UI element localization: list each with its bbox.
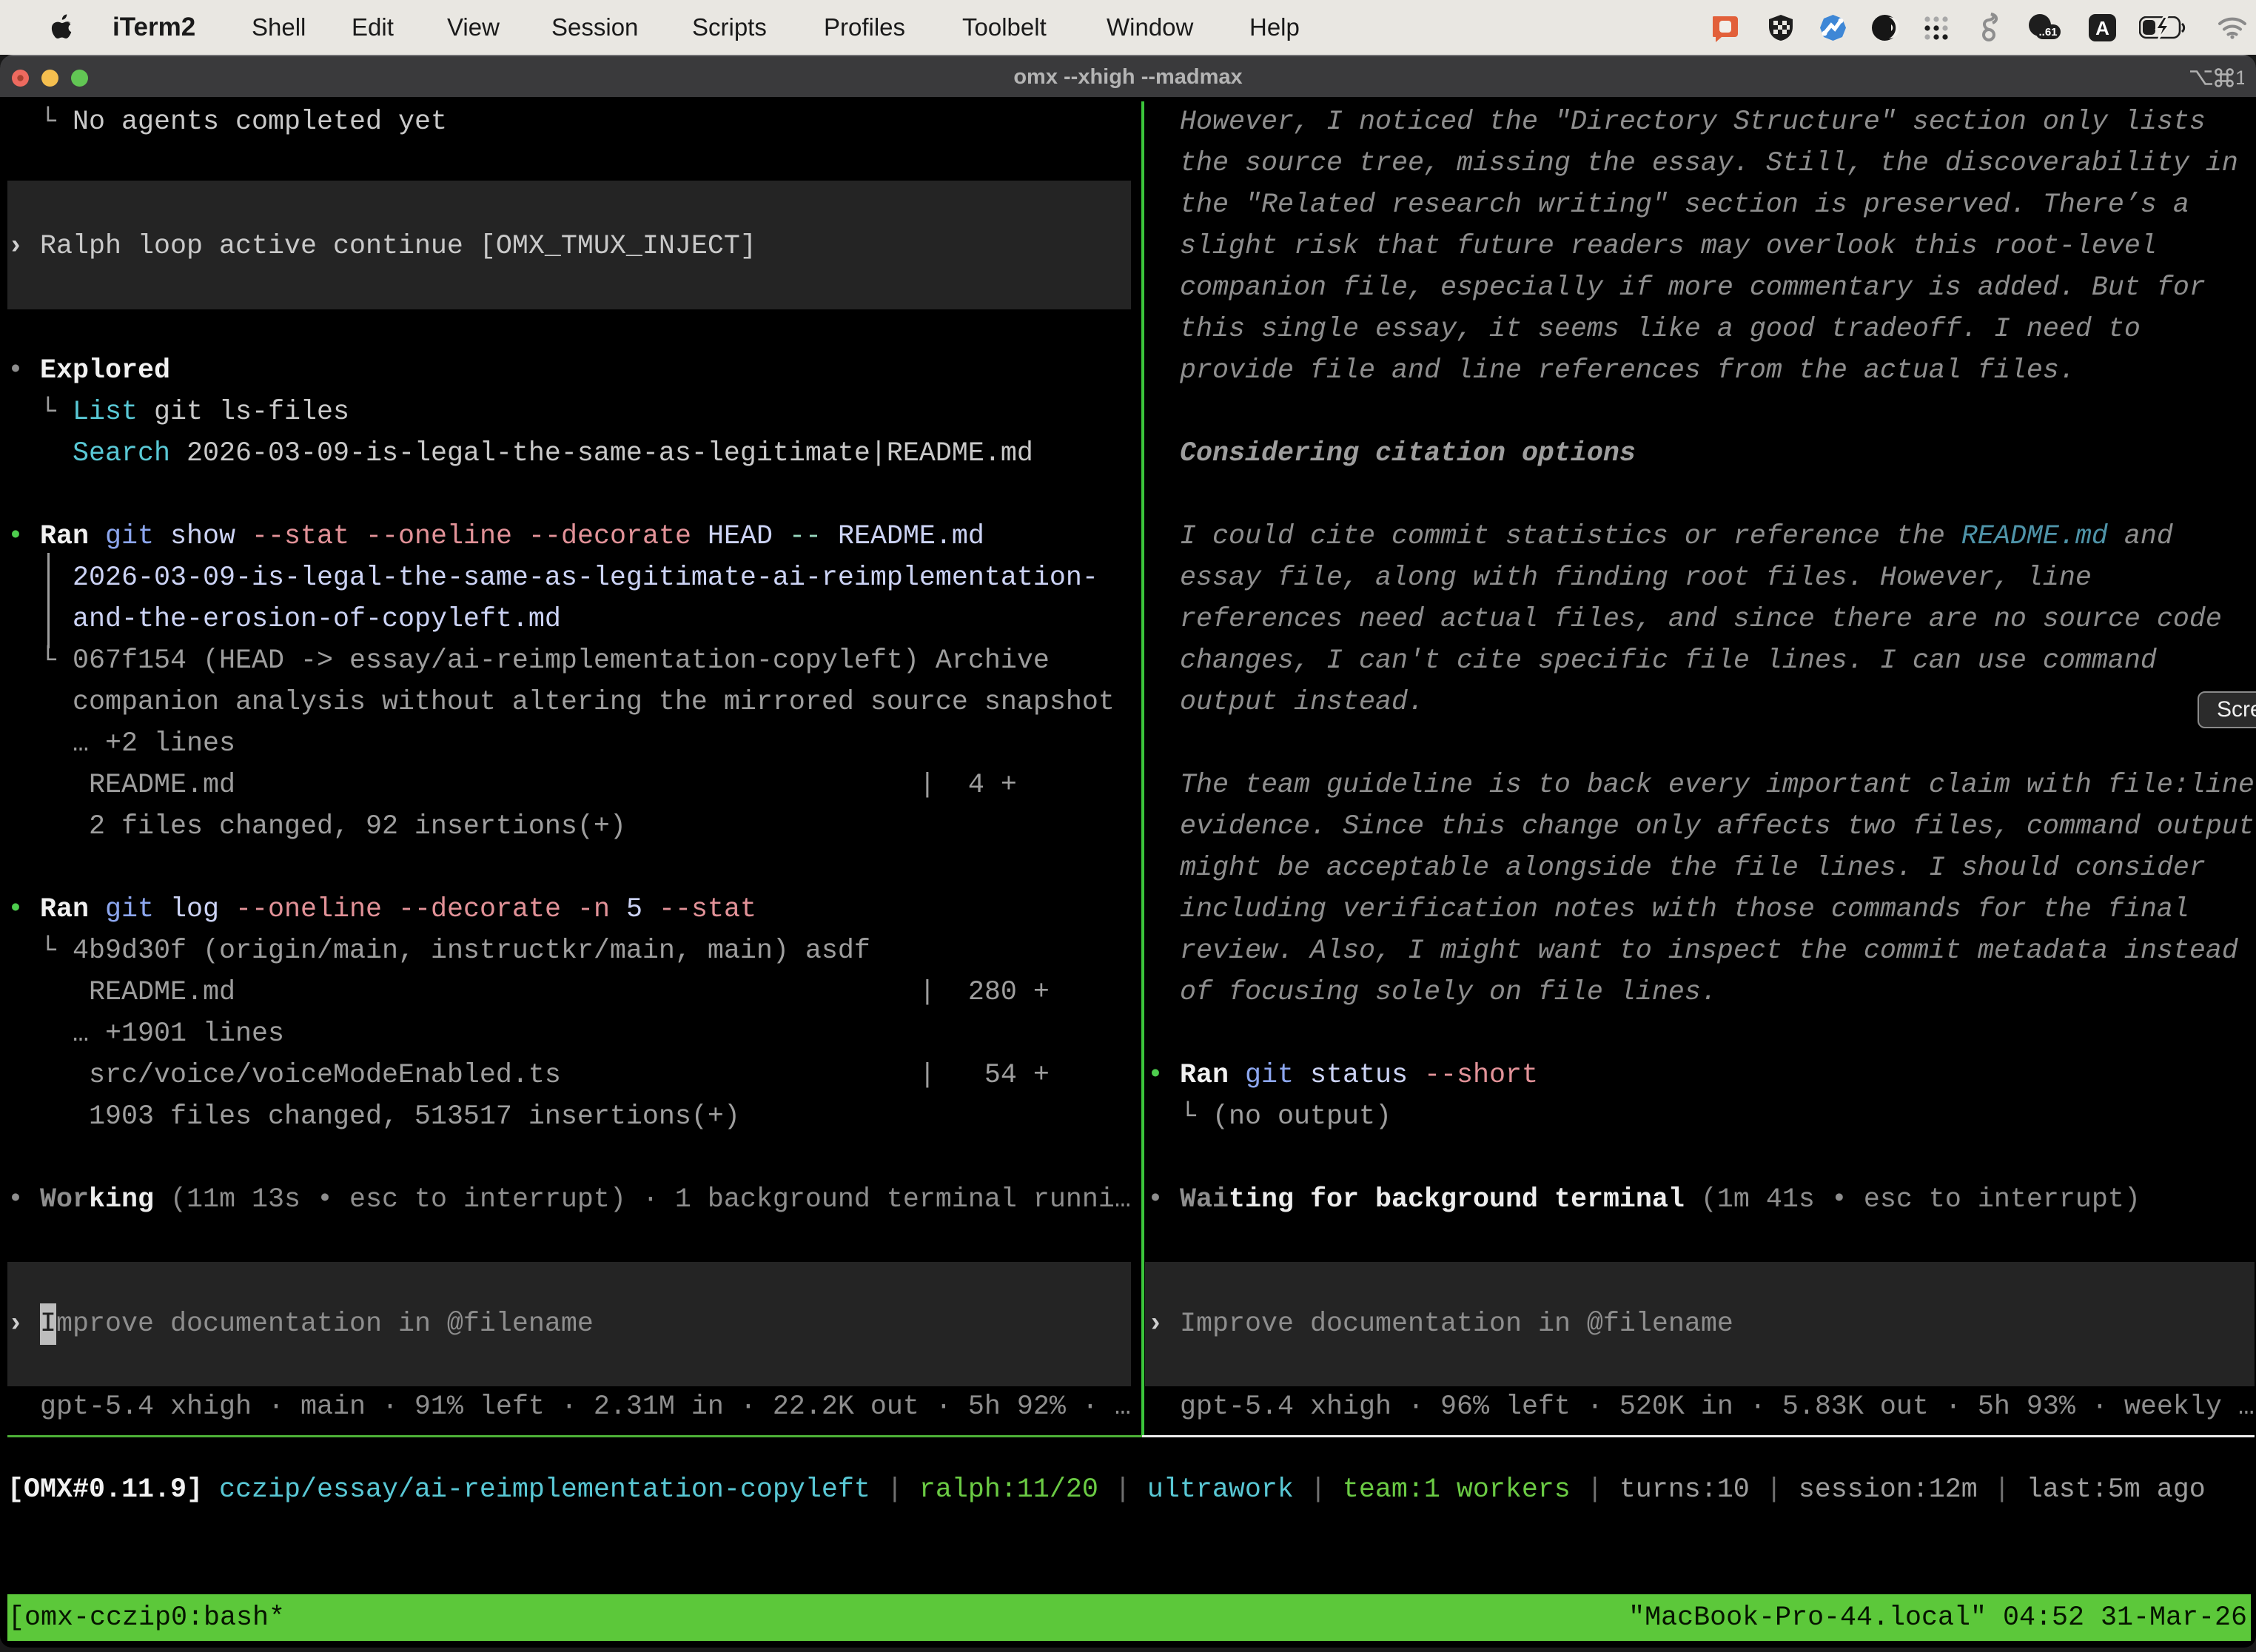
- svg-text:A: A: [2095, 17, 2109, 39]
- svg-text:1: 1: [2235, 67, 2244, 89]
- svg-text:..61: ..61: [2038, 26, 2057, 38]
